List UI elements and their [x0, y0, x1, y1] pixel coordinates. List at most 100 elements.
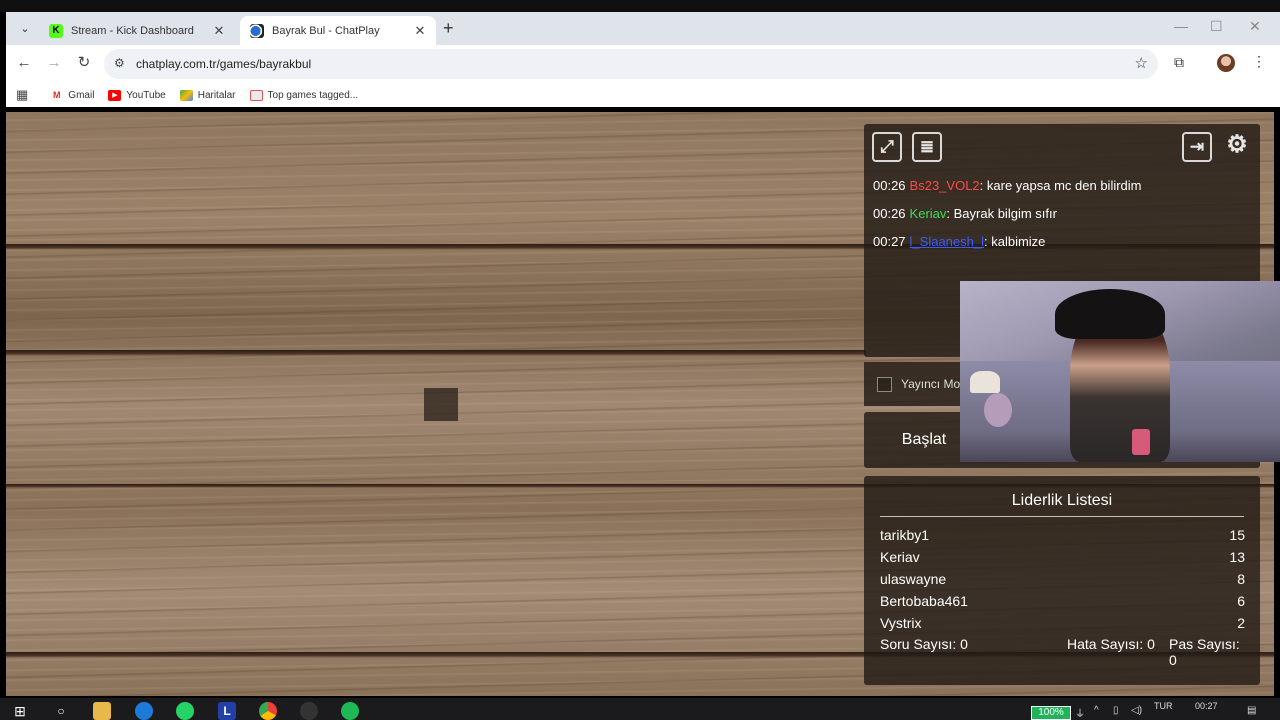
extensions-icon[interactable]: ⧉: [1174, 54, 1184, 71]
start-button[interactable]: Başlat: [874, 420, 974, 460]
player-score: 2: [1237, 615, 1245, 631]
taskbar: ⊞ ○ L 100% ⏚ ^ ▯ ◁) TUR 00:27 ▤: [0, 698, 1280, 720]
whatsapp-icon[interactable]: [176, 702, 194, 720]
profile-avatar[interactable]: [1217, 54, 1235, 72]
site-info-icon[interactable]: ⚙: [114, 56, 125, 70]
leaderboard-panel: Liderlik Listesi tarikby1 15 Keriav 13 u…: [864, 476, 1260, 685]
rules-icon[interactable]: ≣: [912, 132, 942, 162]
bookmark-label: Haritalar: [197, 89, 236, 101]
webcam-plush-toy: [984, 393, 1012, 427]
leaderboard-row: Bertobaba461 6: [880, 593, 1245, 609]
player-score: 13: [1229, 549, 1245, 565]
reload-icon[interactable]: ↻: [74, 53, 94, 73]
maximize-icon[interactable]: ☐: [1210, 18, 1223, 35]
bookmark-gmail[interactable]: M Gmail: [50, 90, 94, 101]
bookmark-star-icon[interactable]: ☆: [1135, 54, 1148, 72]
streamer-mode-checkbox[interactable]: [877, 377, 892, 392]
fullscreen-icon[interactable]: ⤢: [872, 132, 902, 162]
tab-strip: ⌄ K Stream - Kick Dashboard ✕ Bayrak Bul…: [6, 12, 1280, 45]
file-explorer-icon[interactable]: [93, 702, 111, 720]
taskbar-clock[interactable]: 00:27: [1195, 701, 1218, 711]
message-user: Keriav: [909, 206, 947, 221]
message-text: : Bayrak bilgim sıfır: [946, 206, 1057, 221]
launcher-icon[interactable]: L: [218, 702, 236, 720]
flag-placeholder: [424, 388, 458, 421]
message-user: Bs23_VOL2: [909, 178, 980, 193]
bookmark-youtube[interactable]: ▶ YouTube: [108, 89, 166, 101]
new-tab-button[interactable]: +: [443, 18, 454, 39]
message-time: 00:27: [873, 234, 906, 249]
bookmark-top-games[interactable]: Top games tagged...: [249, 89, 359, 101]
gmail-icon: M: [53, 89, 61, 100]
tab-search-icon[interactable]: ⌄: [16, 20, 34, 38]
volume-icon[interactable]: ◁): [1131, 705, 1142, 716]
bookmark-label: Top games tagged...: [267, 89, 359, 101]
message-text: : kalbimize: [984, 234, 1046, 249]
window-close-icon[interactable]: ✕: [1249, 18, 1261, 35]
player-name: Bertobaba461: [880, 593, 968, 609]
player-name: tarikby1: [880, 527, 930, 543]
plank-seam: [6, 350, 866, 356]
tab-chatplay[interactable]: Bayrak Bul - ChatPlay ✕: [240, 16, 436, 45]
input-language[interactable]: TUR: [1154, 701, 1173, 711]
bookmark-label: Gmail: [68, 89, 95, 101]
tray-chevron-icon[interactable]: ^: [1094, 705, 1099, 716]
close-icon[interactable]: ✕: [211, 23, 227, 39]
question-count: Soru Sayısı: 0: [880, 636, 968, 652]
obs-icon[interactable]: [300, 702, 318, 720]
webcam-overlay: [960, 281, 1280, 462]
webcam-cup: [1132, 429, 1150, 455]
player-name: Vystrix: [880, 615, 922, 631]
notifications-icon[interactable]: ▤: [1247, 705, 1256, 716]
power-plug-icon: ⏚: [1075, 709, 1085, 720]
streamer-mode-row: Yayıncı Mo: [864, 362, 974, 406]
message-time: 00:26: [873, 206, 906, 221]
player-name: Keriav: [880, 549, 920, 565]
bookmarks-bar: ▦ M Gmail ▶ YouTube Haritalar Top games …: [6, 83, 1280, 107]
search-icon[interactable]: ○: [52, 702, 70, 720]
edge-icon[interactable]: [135, 702, 153, 720]
chat-message: 00:27 l_Slaanesh_l: kalbimize: [873, 234, 1045, 249]
message-text: : kare yapsa mc den bilirdim: [979, 178, 1142, 193]
chatplay-icon: [250, 23, 264, 38]
bookmark-icon: [249, 89, 263, 101]
tab-kick-dashboard[interactable]: K Stream - Kick Dashboard ✕: [39, 16, 235, 45]
apps-grid-icon[interactable]: ▦: [16, 87, 28, 103]
tab-title: Bayrak Bul - ChatPlay: [272, 24, 380, 37]
player-score: 8: [1237, 571, 1245, 587]
navigation-bar: ← → ↻ ⚙ chatplay.com.tr/games/bayrakbul …: [6, 45, 1280, 83]
leaderboard-row: Vystrix 2: [880, 615, 1245, 631]
spotify-icon[interactable]: [341, 702, 359, 720]
player-name: ulaswayne: [880, 571, 947, 587]
minimize-icon[interactable]: —: [1174, 18, 1188, 34]
leaderboard-title: Liderlik Listesi: [1011, 492, 1113, 509]
windows-start-icon[interactable]: ⊞: [11, 702, 29, 720]
address-bar[interactable]: ⚙ chatplay.com.tr/games/bayrakbul ☆: [104, 49, 1158, 79]
webcam-hat: [1055, 289, 1165, 339]
network-icon[interactable]: ▯: [1113, 705, 1119, 716]
streamer-mode-label: Yayıncı Mo: [901, 377, 961, 391]
pass-count: Pas Sayısı: 0: [1169, 636, 1240, 668]
kick-icon: K: [49, 23, 63, 38]
tab-title: Stream - Kick Dashboard: [71, 24, 194, 37]
webcam-lamp: [970, 371, 1000, 393]
bookmark-maps[interactable]: Haritalar: [179, 89, 236, 101]
youtube-icon: ▶: [108, 89, 122, 101]
screen-top-edge: [0, 0, 1280, 12]
forward-icon[interactable]: →: [44, 53, 64, 73]
leaderboard-divider: [880, 516, 1244, 517]
error-count: Hata Sayısı: 0: [1067, 636, 1155, 652]
close-icon[interactable]: ✕: [412, 23, 428, 39]
chrome-icon[interactable]: [259, 702, 277, 720]
exit-icon[interactable]: ⇥: [1182, 132, 1212, 162]
settings-gear-icon[interactable]: ⚙: [1222, 132, 1252, 162]
url-text[interactable]: chatplay.com.tr/games/bayrakbul: [136, 57, 311, 71]
menu-kebab-icon[interactable]: ⋮: [1252, 53, 1266, 70]
leaderboard-row: tarikby1 15: [880, 527, 1245, 543]
message-time: 00:26: [873, 178, 906, 193]
leaderboard-row: ulaswayne 8: [880, 571, 1245, 587]
back-icon[interactable]: ←: [14, 53, 34, 73]
chat-message: 00:26 Keriav: Bayrak bilgim sıfır: [873, 206, 1057, 221]
battery-indicator[interactable]: 100%: [1031, 706, 1071, 720]
maps-icon: [179, 89, 193, 101]
